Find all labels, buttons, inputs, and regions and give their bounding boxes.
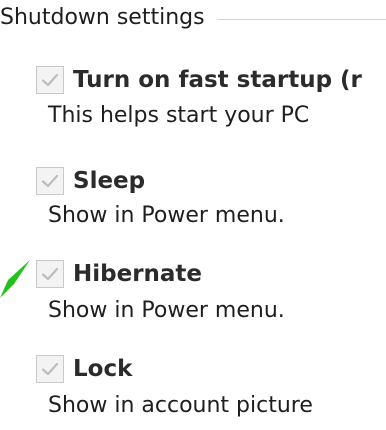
group-divider (216, 18, 386, 20)
sleep-label: Sleep (73, 168, 146, 194)
fast-startup-label: Turn on fast startup (r (73, 67, 362, 93)
hibernate-label: Hibernate (73, 261, 203, 287)
lock-description: Show in account picture (48, 393, 313, 418)
sleep-option[interactable]: Sleep (36, 163, 145, 199)
lock-option[interactable]: Lock (36, 351, 132, 387)
shutdown-settings-panel: Shutdown settings Turn on fast startup (… (0, 0, 386, 430)
hibernate-checkbox[interactable] (36, 260, 64, 288)
sleep-checkbox[interactable] (36, 167, 64, 195)
fast-startup-option[interactable]: Turn on fast startup (r (36, 62, 362, 98)
sleep-description: Show in Power menu. (48, 203, 285, 228)
checkmark-icon (41, 73, 59, 87)
lock-label: Lock (73, 356, 133, 382)
checkmark-icon (41, 267, 59, 281)
hibernate-option[interactable]: Hibernate (36, 256, 202, 292)
checkmark-icon (41, 362, 59, 376)
lock-checkbox[interactable] (36, 355, 64, 383)
shutdown-settings-group-header: Shutdown settings (0, 0, 386, 36)
checkmark-icon (41, 174, 59, 188)
hibernate-description: Show in Power menu. (48, 298, 285, 323)
fast-startup-description: This helps start your PC (48, 103, 310, 128)
fast-startup-checkbox[interactable] (36, 66, 64, 94)
green-arrow-pointer-icon (0, 260, 30, 298)
group-title: Shutdown settings (0, 5, 205, 30)
